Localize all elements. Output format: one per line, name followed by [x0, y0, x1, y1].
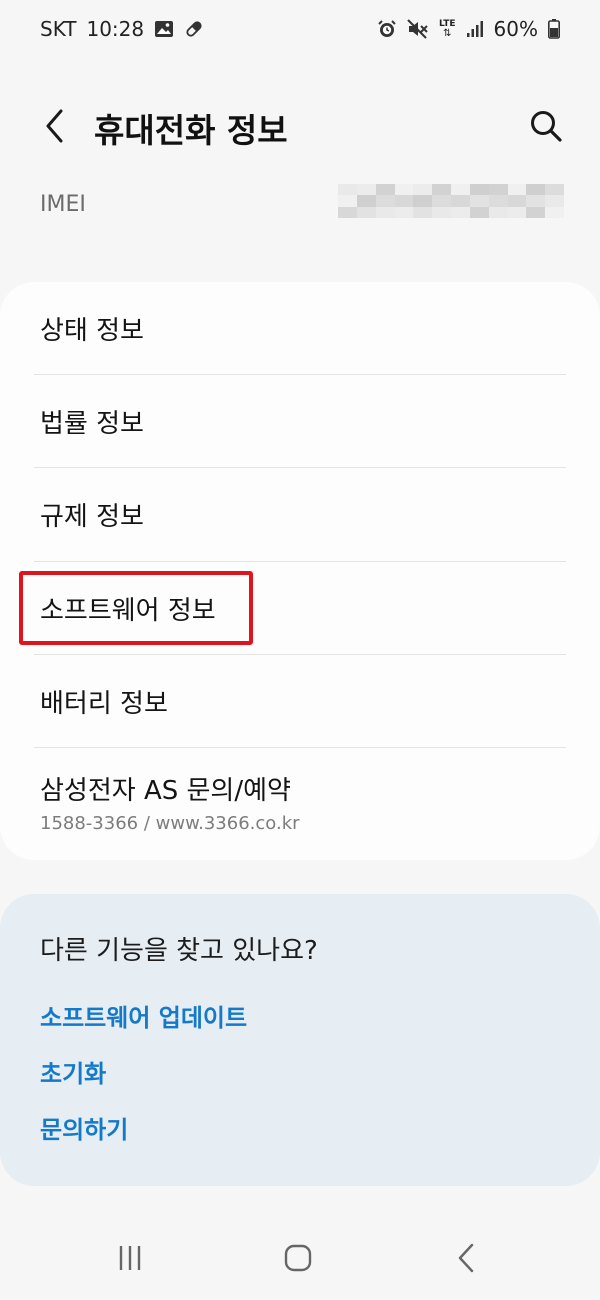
imei-mask-cell — [394, 184, 414, 196]
link-contact-us[interactable]: 문의하기 — [40, 1110, 128, 1145]
lte-icon: LTE ⇅ — [439, 20, 456, 39]
link-reset[interactable]: 초기화 — [40, 1054, 106, 1089]
imei-mask-cell — [394, 206, 414, 218]
menu-item-label: 배터리 정보 — [40, 688, 168, 719]
menu-item-software-info[interactable]: 소프트웨어 정보 — [34, 562, 566, 654]
status-left: SKT 10:28 — [40, 17, 204, 41]
home-icon — [284, 1244, 312, 1272]
imei-mask-cell — [488, 206, 508, 218]
status-right: LTE ⇅ 60% — [377, 17, 560, 41]
imei-mask-cell — [545, 206, 564, 218]
imei-mask-cell — [469, 184, 489, 196]
menu-item-label: 상태 정보 — [40, 315, 144, 346]
imei-mask-cell — [507, 195, 527, 207]
menu-item-sublabel: 1588-3366 / www.3366.co.kr — [40, 813, 300, 834]
home-button[interactable] — [268, 1228, 328, 1288]
navigation-bar — [0, 1216, 600, 1300]
imei-mask-cell — [469, 206, 489, 218]
menu-item-label: 법률 정보 — [40, 408, 144, 439]
imei-mask-cell — [413, 206, 433, 218]
imei-mask-cell — [451, 195, 470, 207]
imei-mask-cell — [451, 206, 470, 218]
menu-item-label: 규제 정보 — [40, 501, 144, 532]
imei-mask-cell — [488, 195, 508, 207]
imei-mask-cell — [432, 206, 451, 218]
nav-back-button[interactable] — [436, 1228, 496, 1288]
imei-mask-cell — [338, 206, 357, 218]
back-icon — [458, 1243, 474, 1273]
imei-mask-cell — [507, 184, 527, 196]
carrier-label: SKT — [40, 17, 77, 41]
clock: 10:28 — [86, 17, 145, 41]
chevron-left-icon — [46, 109, 63, 143]
suggestions-card: 다른 기능을 찾고 있나요? 소프트웨어 업데이트 초기화 문의하기 — [0, 894, 600, 1186]
pill-icon — [184, 19, 204, 39]
imei-mask-cell — [526, 184, 546, 196]
back-button[interactable] — [36, 106, 72, 146]
menu-item-service-center[interactable]: 삼성전자 AS 문의/예약 1588-3366 / www.3366.co.kr — [34, 752, 566, 852]
imei-mask-cell — [394, 195, 414, 207]
recent-apps-icon — [119, 1246, 141, 1270]
imei-mask-cell — [413, 184, 433, 196]
imei-mask-cell — [338, 195, 357, 207]
imei-value-masked — [338, 184, 564, 218]
imei-mask-cell — [356, 184, 376, 196]
suggestions-title: 다른 기능을 찾고 있나요? — [40, 936, 318, 966]
menu-item-regulatory-info[interactable]: 규제 정보 — [34, 468, 566, 560]
imei-mask-cell — [526, 206, 546, 218]
imei-mask-cell — [507, 206, 527, 218]
imei-mask-cell — [451, 184, 470, 196]
imei-label: IMEI — [40, 192, 86, 217]
signal-icon — [466, 20, 484, 38]
menu-item-label: 삼성전자 AS 문의/예약 — [40, 776, 291, 806]
app-header: 휴대전화 정보 — [0, 90, 600, 162]
imei-mask-cell — [375, 195, 395, 207]
imei-mask-cell — [413, 195, 433, 207]
gallery-icon — [154, 20, 174, 38]
about-phone-menu: 상태 정보 법률 정보 규제 정보 소프트웨어 정보 배터리 정보 삼성전자 A… — [0, 282, 600, 860]
menu-item-status-info[interactable]: 상태 정보 — [34, 282, 566, 374]
imei-mask-cell — [469, 195, 489, 207]
imei-mask-cell — [356, 206, 376, 218]
battery-icon — [548, 19, 560, 39]
link-software-update[interactable]: 소프트웨어 업데이트 — [40, 998, 247, 1033]
menu-item-legal-info[interactable]: 법률 정보 — [34, 375, 566, 467]
imei-mask-cell — [545, 184, 564, 196]
imei-row: IMEI — [40, 184, 564, 224]
lte-arrows-icon: ⇅ — [443, 28, 452, 39]
mute-icon — [407, 19, 429, 39]
imei-mask-cell — [432, 195, 451, 207]
status-bar: SKT 10:28 LTE ⇅ 60% — [0, 0, 600, 58]
menu-item-battery-info[interactable]: 배터리 정보 — [34, 655, 566, 747]
search-icon — [531, 111, 562, 142]
alarm-icon — [377, 19, 397, 39]
imei-mask-cell — [356, 195, 376, 207]
imei-mask-cell — [432, 184, 451, 196]
imei-mask-cell — [526, 195, 546, 207]
battery-percent: 60% — [493, 17, 538, 41]
menu-item-label: 소프트웨어 정보 — [40, 595, 216, 626]
screen: SKT 10:28 LTE ⇅ 60% 휴대전화 정보 IMEI 상태 정보 법… — [0, 0, 600, 1300]
imei-mask-cell — [488, 184, 508, 196]
imei-mask-cell — [338, 184, 357, 196]
imei-mask-cell — [375, 184, 395, 196]
page-title: 휴대전화 정보 — [94, 111, 288, 150]
imei-mask-cell — [545, 195, 564, 207]
search-button[interactable] — [526, 106, 566, 146]
recent-apps-button[interactable] — [100, 1228, 160, 1288]
imei-mask-cell — [375, 206, 395, 218]
divider — [34, 747, 566, 748]
